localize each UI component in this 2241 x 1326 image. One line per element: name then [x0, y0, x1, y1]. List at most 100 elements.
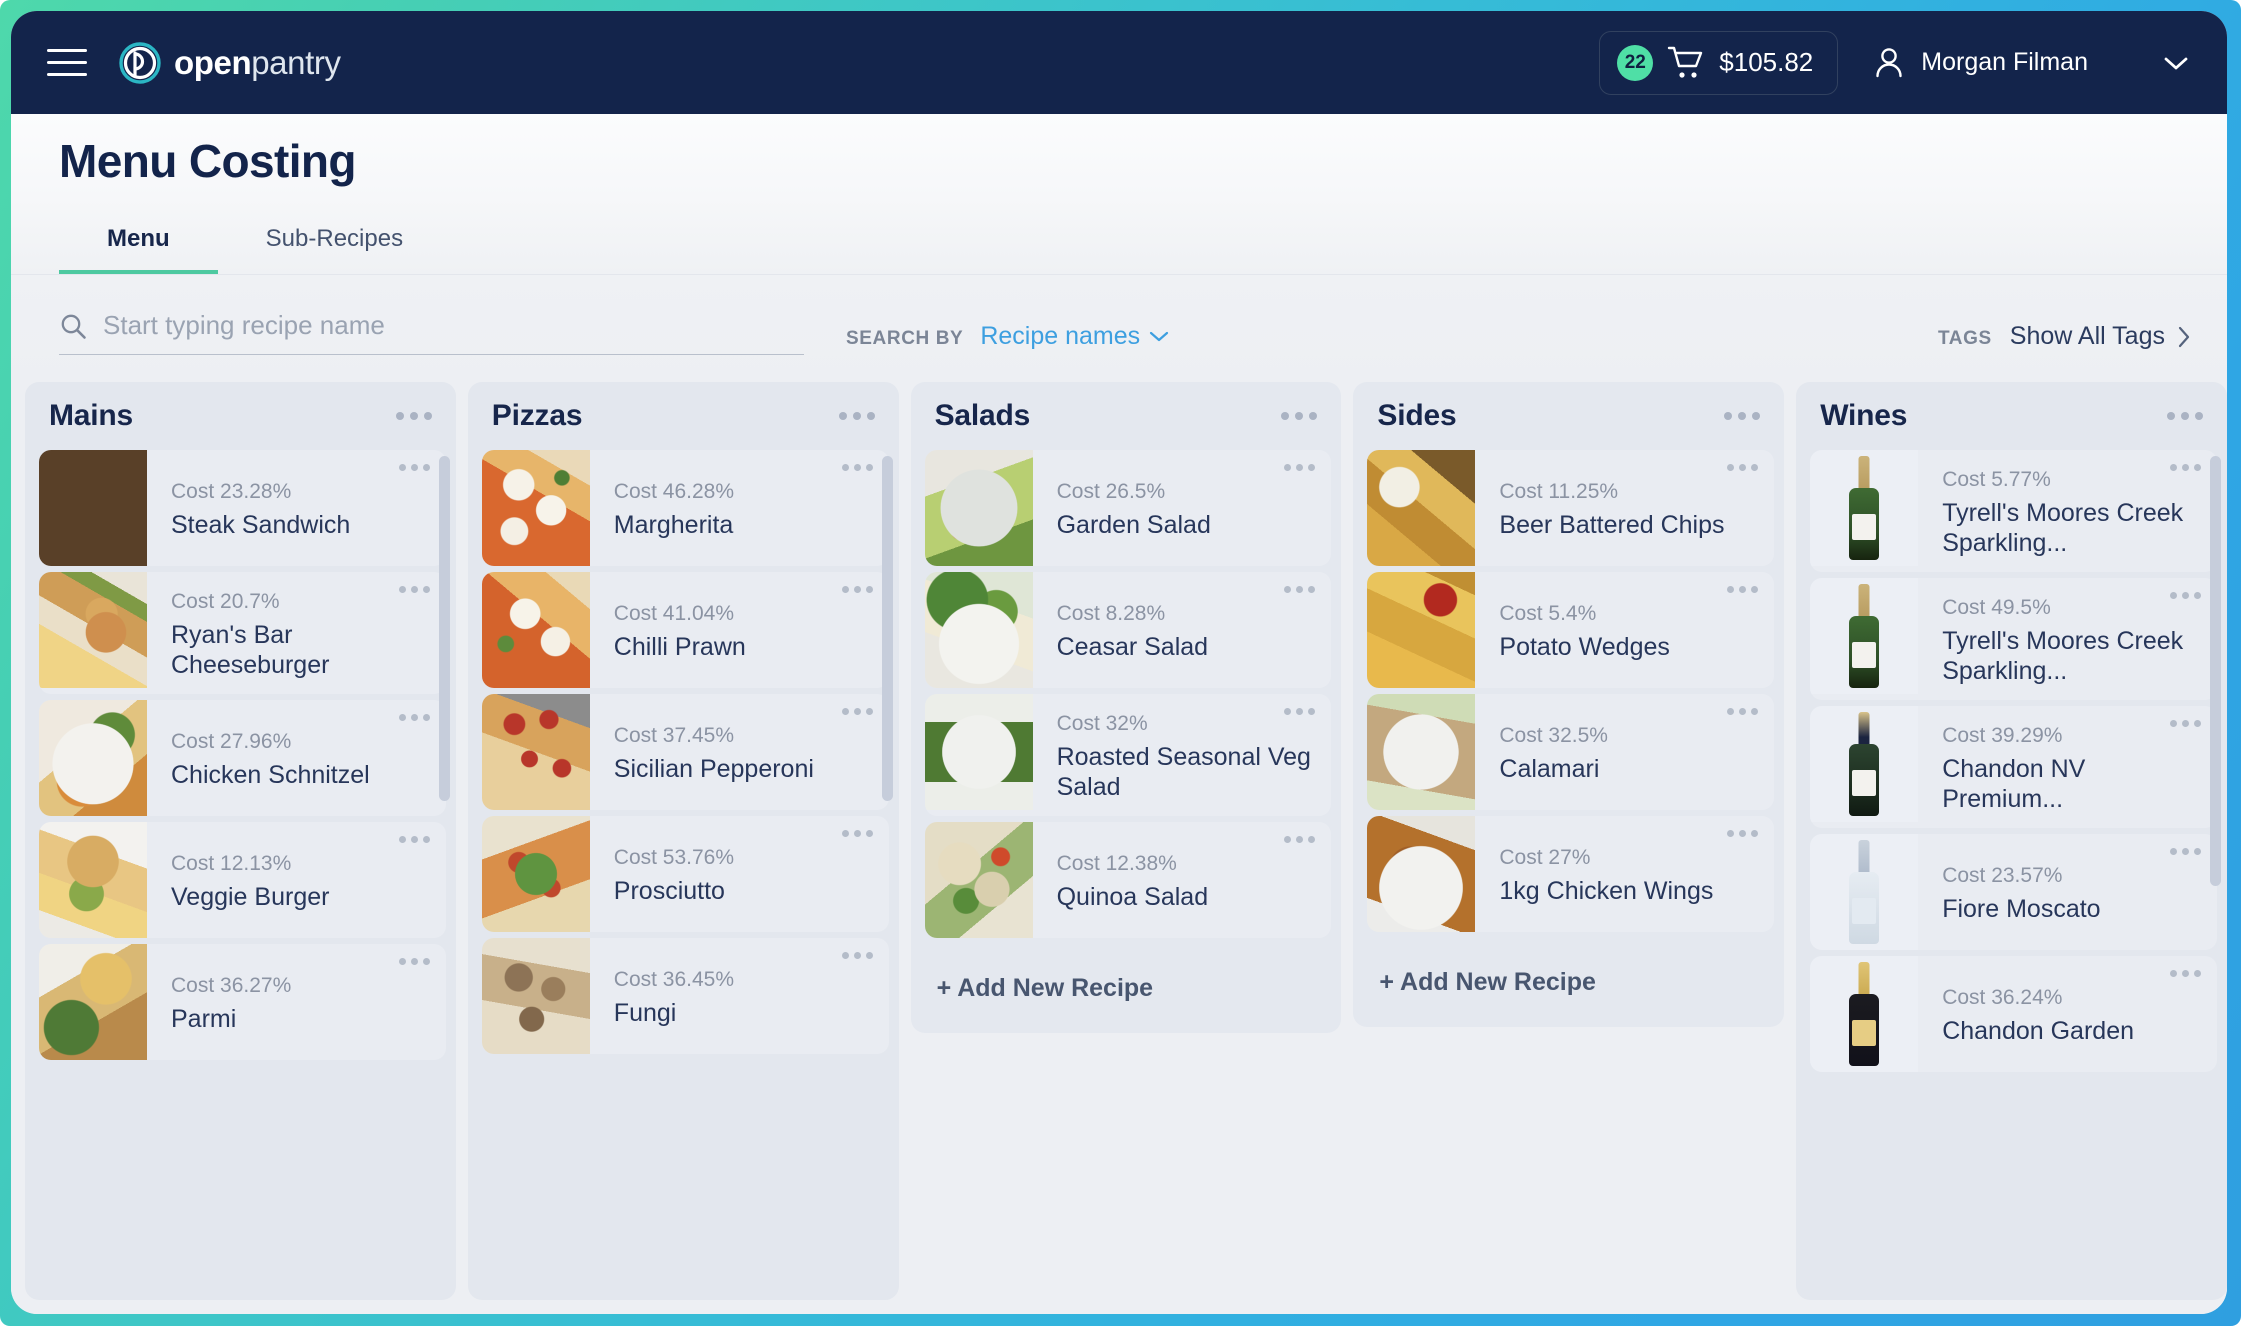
recipe-card[interactable]: Cost 36.45% Fungi [481, 938, 889, 1054]
recipe-cost-percentage: Cost 26.5% [1056, 479, 1166, 503]
category-column-salads: Salads Cost 26.5% Garden Salad Cost 8.28% Ce… [910, 382, 1342, 1033]
add-new-recipe-button[interactable]: + Add New Recipe [925, 944, 1332, 1033]
recipe-card[interactable]: Cost 12.38% Quinoa Salad [924, 822, 1332, 938]
recipe-more-options-icon[interactable] [841, 464, 873, 471]
recipe-more-options-icon[interactable] [2169, 720, 2201, 727]
recipe-card[interactable]: Cost 5.77% Tyrell's Moores Creek Sparklin… [1810, 450, 2217, 572]
recipe-name: 1kg Chicken Wings [1499, 876, 1714, 905]
recipe-more-options-icon[interactable] [1284, 836, 1316, 843]
recipe-more-options-icon[interactable] [398, 586, 430, 593]
tab-menu[interactable]: Menu [59, 225, 218, 274]
recipe-more-options-icon[interactable] [841, 708, 873, 715]
recipe-more-options-icon[interactable] [398, 958, 430, 965]
cart-total-amount: $105.82 [1719, 47, 1814, 77]
recipe-card[interactable]: Cost 8.28% Ceasar Salad [924, 572, 1332, 688]
column-more-options-icon[interactable] [1279, 404, 1319, 428]
recipe-more-options-icon[interactable] [398, 714, 430, 721]
recipe-thumbnail [39, 450, 147, 566]
search-by-group: SEARCH BY Recipe names [846, 322, 1169, 351]
column-scrollbar-thumb[interactable] [881, 456, 893, 801]
show-all-tags-link[interactable]: Show All Tags [2010, 322, 2191, 351]
column-more-options-icon[interactable] [837, 404, 877, 428]
recipe-more-options-icon[interactable] [1727, 586, 1759, 593]
recipe-card[interactable]: Cost 37.45% Sicilian Pepperoni [481, 694, 889, 810]
recipe-cost-percentage: Cost 32.5% [1499, 723, 1608, 747]
recipe-more-options-icon[interactable] [2169, 848, 2201, 855]
recipe-more-options-icon[interactable] [841, 830, 873, 837]
search-by-dropdown[interactable]: Recipe names [980, 322, 1169, 351]
recipe-more-options-icon[interactable] [1727, 464, 1759, 471]
hamburger-menu-icon[interactable] [47, 43, 93, 83]
recipe-more-options-icon[interactable] [398, 836, 430, 843]
recipe-card[interactable]: Cost 49.5% Tyrell's Moores Creek Sparklin… [1810, 578, 2217, 700]
brand-wordmark: openpantry [174, 46, 341, 79]
recipe-card[interactable]: Cost 36.27% Parmi [39, 944, 446, 1060]
brand-logo[interactable]: openpantry [119, 41, 341, 84]
recipe-card[interactable]: Cost 32% Roasted Seasonal Veg Salad [924, 694, 1332, 816]
recipe-card[interactable]: Cost 53.76% Prosciutto [481, 816, 889, 932]
recipe-name: Roasted Seasonal Veg Salad [1056, 743, 1311, 801]
recipe-card[interactable]: Cost 11.25% Beer Battered Chips [1367, 450, 1775, 566]
column-more-options-icon[interactable] [1722, 404, 1762, 428]
recipe-name: Chandon NV Premium... [1942, 755, 2086, 813]
column-header: Pizzas [468, 382, 899, 450]
recipe-list-scroll: Cost 11.25% Beer Battered Chips Cost 5.4% P… [1367, 450, 1775, 1027]
column-scrollbar-thumb[interactable] [2209, 456, 2221, 886]
column-more-options-icon[interactable] [2165, 404, 2205, 428]
column-header: Wines [1796, 382, 2227, 450]
recipe-card[interactable]: Cost 5.4% Potato Wedges [1367, 572, 1775, 688]
recipe-more-options-icon[interactable] [2169, 970, 2201, 977]
chevron-down-icon[interactable] [2163, 55, 2189, 71]
recipe-card[interactable]: Cost 23.28% Steak Sandwich [39, 450, 446, 566]
column-title: Wines [1820, 399, 1908, 432]
recipe-card[interactable]: Cost 46.28% Margherita [481, 450, 889, 566]
chevron-right-icon [2177, 326, 2191, 348]
column-scrollbar[interactable] [881, 456, 893, 1288]
search-input[interactable] [103, 310, 804, 341]
search-by-value-label: Recipe names [980, 322, 1141, 350]
recipe-more-options-icon[interactable] [2169, 592, 2201, 599]
recipe-cost-percentage: Cost 41.04% [613, 601, 735, 625]
column-header: Sides [1353, 382, 1784, 450]
recipe-more-options-icon[interactable] [1727, 708, 1759, 715]
cart-button[interactable]: 22 $105.82 [1599, 30, 1839, 95]
navbar-right-group: 22 $105.82 Morgan Filman [1599, 30, 2201, 95]
recipe-thumbnail [39, 822, 147, 938]
column-recipe-list: Cost 11.25% Beer Battered Chips Cost 5.4% P… [1353, 450, 1784, 1027]
recipe-card[interactable]: Cost 41.04% Chilli Prawn [481, 572, 889, 688]
recipe-card[interactable]: Cost 27% 1kg Chicken Wings [1367, 816, 1775, 932]
recipe-name: Fiore Moscato [1942, 894, 2101, 923]
recipe-more-options-icon[interactable] [2169, 464, 2201, 471]
column-recipe-list: Cost 26.5% Garden Salad Cost 8.28% Ceasar S… [911, 450, 1342, 1033]
recipe-card[interactable]: Cost 32.5% Calamari [1367, 694, 1775, 810]
category-column-wines: Wines Cost 5.77% Tyrell's Moores Creek Spa… [1796, 382, 2227, 1300]
recipe-card[interactable]: Cost 26.5% Garden Salad [924, 450, 1332, 566]
brand-name-light: pantry [251, 44, 341, 81]
recipe-name: Chilli Prawn [613, 632, 746, 661]
column-scrollbar[interactable] [438, 456, 450, 1288]
column-more-options-icon[interactable] [394, 404, 434, 428]
recipe-cost-percentage: Cost 23.28% [171, 479, 292, 503]
user-account-menu[interactable]: Morgan Filman [1848, 36, 2201, 90]
recipe-card[interactable]: Cost 39.29% Chandon NV Premium... [1810, 706, 2217, 828]
recipe-thumbnail [924, 572, 1033, 688]
recipe-card[interactable]: Cost 20.7% Ryan's Bar Cheeseburger [39, 572, 446, 694]
recipe-card[interactable]: Cost 12.13% Veggie Burger [39, 822, 446, 938]
column-scrollbar[interactable] [2209, 456, 2221, 1288]
recipe-more-options-icon[interactable] [841, 586, 873, 593]
recipe-card[interactable]: Cost 23.57% Fiore Moscato [1810, 834, 2217, 950]
recipe-more-options-icon[interactable] [841, 952, 873, 959]
recipe-more-options-icon[interactable] [1727, 830, 1759, 837]
tab-sub-recipes[interactable]: Sub-Recipes [218, 225, 451, 274]
recipe-more-options-icon[interactable] [1284, 586, 1316, 593]
recipe-more-options-icon[interactable] [1284, 464, 1316, 471]
column-scrollbar-thumb[interactable] [438, 456, 450, 801]
recipe-more-options-icon[interactable] [398, 464, 430, 471]
recipe-name: Ryan's Bar Cheeseburger [171, 621, 330, 679]
add-new-recipe-button[interactable]: + Add New Recipe [1367, 938, 1774, 1027]
recipe-name: Sicilian Pepperoni [613, 754, 814, 783]
recipe-card[interactable]: Cost 36.24% Chandon Garden [1810, 956, 2217, 1072]
recipe-thumbnail [39, 700, 147, 816]
recipe-card[interactable]: Cost 27.96% Chicken Schnitzel [39, 700, 446, 816]
recipe-more-options-icon[interactable] [1284, 708, 1316, 715]
